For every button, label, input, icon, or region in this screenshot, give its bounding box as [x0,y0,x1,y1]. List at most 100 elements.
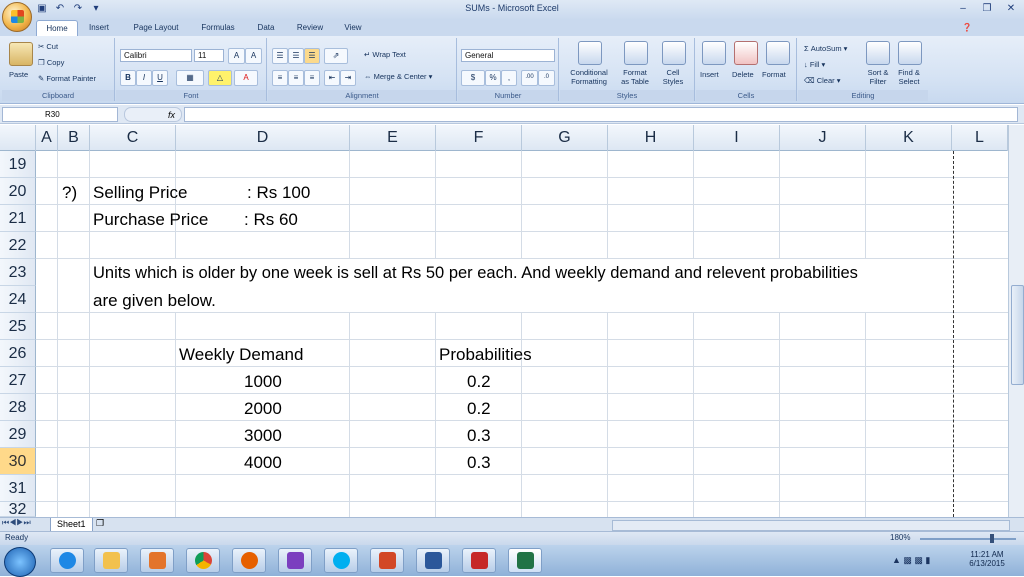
row-header[interactable]: 21 [0,205,36,232]
vertical-scroll-thumb[interactable] [1011,285,1024,385]
decrease-indent-button[interactable]: ⇤ [324,70,340,86]
tab-review[interactable]: Review [290,20,330,36]
borders-button[interactable]: ▦ [176,70,204,86]
column-header[interactable]: L [952,125,1008,151]
comma-button[interactable]: , [501,70,517,86]
cell-c24[interactable]: are given below. [93,287,216,314]
tab-insert[interactable]: Insert [80,20,118,36]
taskbar-chrome[interactable] [186,548,220,573]
align-middle-button[interactable]: ☰ [288,48,304,64]
sheet-tab[interactable]: Sheet1 [50,518,93,532]
close-button[interactable]: ✕ [1000,2,1022,16]
fill-button[interactable]: ↓ Fill ▾ [804,60,825,69]
row-header[interactable]: 32 [0,502,36,517]
taskbar-firefox[interactable] [232,548,266,573]
row-header-selected[interactable]: 30 [0,448,36,475]
column-header[interactable]: J [780,125,866,151]
grow-font-button[interactable]: A [228,48,245,64]
paste-button[interactable]: Paste [9,70,28,79]
cell-styles-button[interactable]: Cell Styles [656,68,690,86]
tab-formulas[interactable]: Formulas [192,20,244,36]
cell-f28[interactable]: 0.2 [467,395,491,422]
office-button[interactable] [2,2,32,32]
copy-button[interactable]: ❐ Copy [38,58,64,67]
autosum-button[interactable]: Σ AutoSum ▾ [804,44,847,53]
row-header[interactable]: 29 [0,421,36,448]
taskbar-powerpoint[interactable] [370,548,404,573]
sheet-nav-icon[interactable]: ⏮◀▶⏭ [2,518,31,528]
taskbar-word[interactable] [416,548,450,573]
help-icon[interactable]: ❓ [960,20,974,36]
italic-button[interactable]: I [136,70,152,86]
horizontal-scrollbar[interactable] [612,520,1010,531]
wrap-text-button[interactable]: ↵ Wrap Text [364,50,406,59]
sort-filter-button[interactable]: Sort & Filter [864,68,892,86]
align-left-button[interactable]: ≡ [272,70,288,86]
row-header[interactable]: 27 [0,367,36,394]
clock[interactable]: 11:21 AM 6/13/2015 [960,550,1014,568]
zoom-slider[interactable] [920,538,1016,540]
find-select-button[interactable]: Find & Select [894,68,924,86]
row-header[interactable]: 26 [0,340,36,367]
row-header[interactable]: 22 [0,232,36,259]
row-header[interactable]: 25 [0,313,36,340]
column-header[interactable]: E [350,125,436,151]
insert-function-button[interactable]: fx [124,107,182,122]
taskbar-explorer[interactable] [94,548,128,573]
cell-d21[interactable]: : Rs 60 [244,206,298,233]
row-header[interactable]: 23 [0,259,36,286]
restore-button[interactable]: ❐ [976,2,998,16]
cell-d30[interactable]: 4000 [244,449,282,476]
column-header[interactable]: D [176,125,350,151]
cell-d28[interactable]: 2000 [244,395,282,422]
cell-b20[interactable]: ?) [62,179,77,206]
taskbar-excel[interactable] [508,548,542,573]
formula-input[interactable] [184,107,1018,122]
align-center-button[interactable]: ≡ [288,70,304,86]
tab-view[interactable]: View [336,20,370,36]
cell-c20[interactable]: Selling Price [93,179,188,206]
insert-sheet-icon[interactable]: ❐ [96,518,104,529]
font-size-select[interactable]: 11 [194,49,224,62]
currency-button[interactable]: $ [461,70,485,86]
minimize-button[interactable]: – [952,2,974,16]
align-top-button[interactable]: ☰ [272,48,288,64]
column-header[interactable]: H [608,125,694,151]
cell-f27[interactable]: 0.2 [467,368,491,395]
taskbar-skype[interactable] [324,548,358,573]
select-all-corner[interactable] [0,125,36,151]
taskbar-ie[interactable] [50,548,84,573]
column-header[interactable]: C [90,125,176,151]
row-header[interactable]: 28 [0,394,36,421]
clear-button[interactable]: ⌫ Clear ▾ [804,76,841,85]
zoom-level[interactable]: 180% [890,533,910,542]
cell-c21[interactable]: Purchase Price [93,206,208,233]
align-right-button[interactable]: ≡ [304,70,320,86]
number-format-select[interactable]: General [461,49,555,62]
row-header[interactable]: 20 [0,178,36,205]
cell-d26[interactable]: Weekly Demand [179,341,303,368]
conditional-formatting-button[interactable]: Conditional Formatting [566,68,612,86]
paste-icon[interactable] [9,42,33,66]
underline-button[interactable]: U [152,70,168,86]
cell-d29[interactable]: 3000 [244,422,282,449]
row-header[interactable]: 19 [0,151,36,178]
shrink-font-button[interactable]: A [245,48,262,64]
cell-c23[interactable]: Units which is older by one week is sell… [93,260,858,287]
delete-cells-button[interactable]: Delete [732,70,754,79]
vertical-scrollbar[interactable] [1008,125,1024,517]
tab-data[interactable]: Data [250,20,282,36]
taskbar-media[interactable] [140,548,174,573]
increase-decimal-button[interactable]: .00 [521,70,538,86]
column-header[interactable]: F [436,125,522,151]
cut-button[interactable]: ✂ Cut [38,42,58,51]
column-header[interactable]: G [522,125,608,151]
column-header[interactable]: A [36,125,58,151]
merge-center-button[interactable]: ⇔ Merge & Center ▾ [364,72,432,81]
row-header[interactable]: 31 [0,475,36,502]
font-color-button[interactable]: A [234,70,258,86]
start-button[interactable] [4,547,36,577]
fill-color-button[interactable]: △ [208,70,232,86]
cell-f26[interactable]: Probabilities [439,341,532,368]
insert-cells-button[interactable]: Insert [700,70,719,79]
